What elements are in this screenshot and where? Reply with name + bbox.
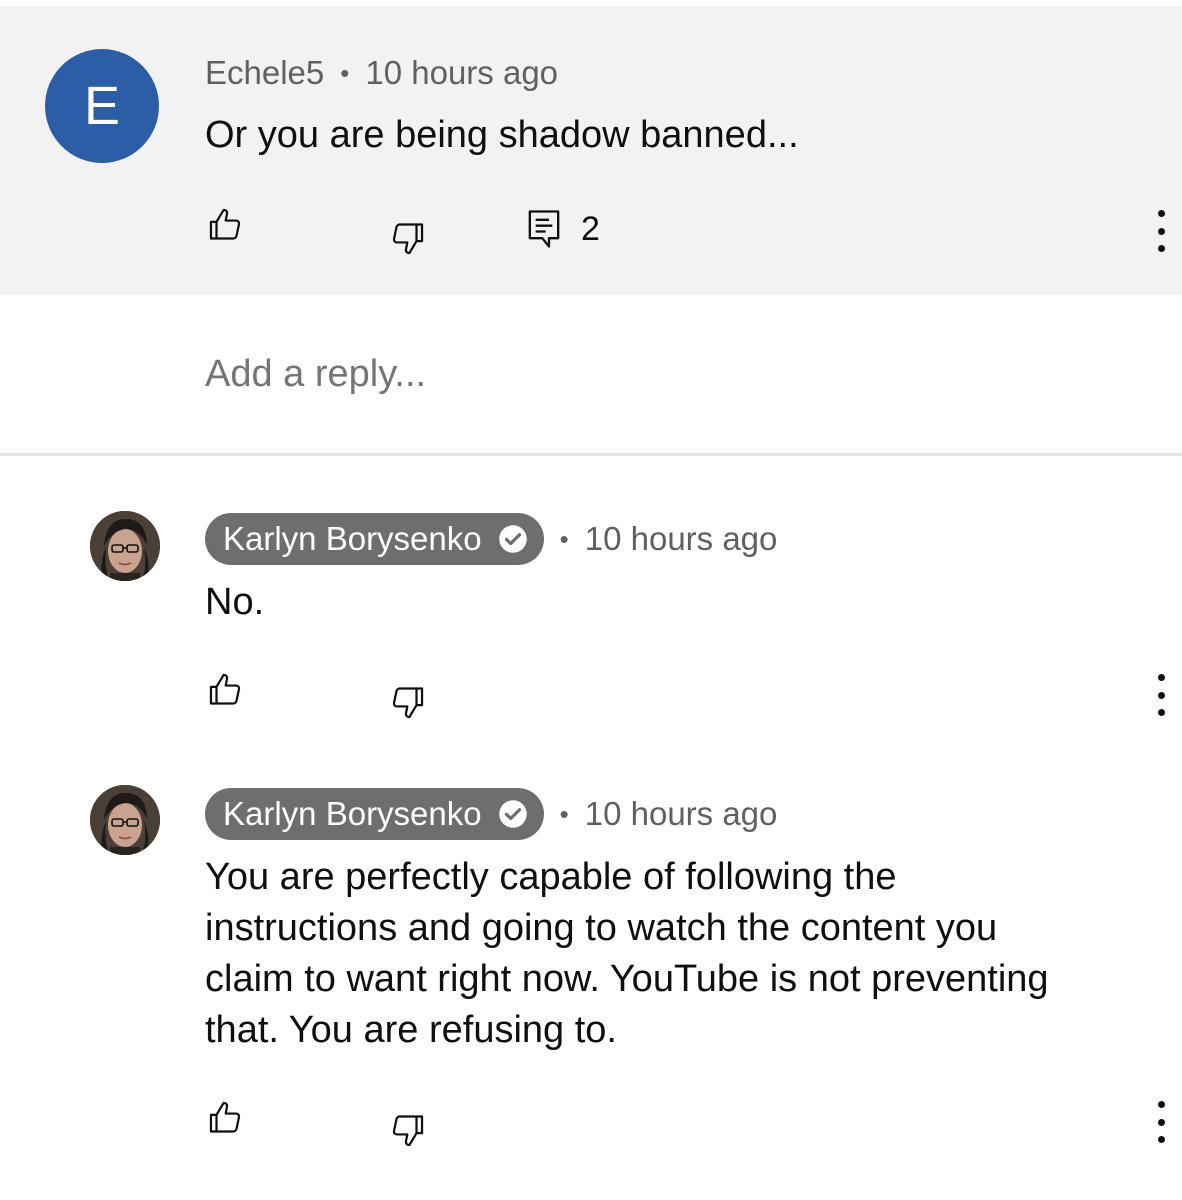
author-chip[interactable]: Karlyn Borysenko [205, 788, 544, 840]
comment-time: 10 hours ago [365, 54, 559, 91]
thumbs-down-icon [392, 1115, 424, 1147]
more-vertical-icon[interactable] [1149, 674, 1173, 716]
avatar-letter: E [83, 76, 121, 136]
comment-icon [528, 210, 560, 248]
comment-meta: Karlyn Borysenko • 10 hours ago [205, 788, 777, 840]
reply-box [0, 295, 1182, 453]
meta-separator: • [340, 57, 350, 88]
comment-text: Or you are being shadow banned... [205, 114, 799, 156]
thumbs-down-icon [392, 687, 424, 719]
author-chip[interactable]: Karlyn Borysenko [205, 513, 544, 565]
author-name[interactable]: Echele5 [205, 54, 324, 92]
reply-count: 2 [581, 209, 600, 248]
avatar[interactable]: E [45, 49, 159, 163]
thumbs-up-icon [209, 1101, 241, 1133]
comment-time: 10 hours ago [584, 520, 778, 557]
verified-check-icon [498, 800, 527, 828]
thumbs-up-icon [209, 208, 241, 240]
author-name: Karlyn Borysenko [223, 795, 482, 832]
like-button[interactable] [207, 671, 245, 709]
reply-item: Karlyn Borysenko • 10 hours ago No. [0, 456, 1182, 774]
parent-comment: E Echele5 • 10 hours ago Or you are bein… [0, 6, 1182, 295]
avatar[interactable] [90, 785, 160, 855]
dislike-button[interactable] [388, 683, 426, 721]
meta-separator: • [559, 523, 569, 554]
dislike-button[interactable] [388, 1111, 426, 1149]
avatar[interactable] [90, 511, 160, 581]
comment-text: You are perfectly capable of following t… [205, 852, 1049, 1056]
like-button[interactable] [207, 206, 245, 244]
more-vertical-icon[interactable] [1149, 210, 1173, 252]
avatar-photo-icon [90, 511, 160, 581]
comment-line: that. You are refusing to. [205, 1009, 617, 1051]
avatar-photo-icon [90, 785, 160, 855]
reply-input[interactable] [205, 353, 905, 396]
dislike-button[interactable] [388, 219, 426, 257]
like-button[interactable] [207, 1099, 245, 1137]
comment-line: instructions and going to watch the cont… [205, 907, 998, 949]
more-vertical-icon[interactable] [1149, 1101, 1173, 1143]
meta-separator: • [559, 798, 569, 829]
comment-line: claim to want right now. YouTube is not … [205, 958, 1049, 1000]
comment-meta: Echele5 • 10 hours ago [205, 54, 558, 92]
thumbs-down-icon [392, 223, 424, 255]
reply-item: Karlyn Borysenko • 10 hours ago You are … [0, 774, 1182, 1200]
verified-check-icon [498, 525, 527, 553]
comment-line: You are perfectly capable of following t… [205, 856, 897, 898]
thumbs-up-icon [209, 673, 241, 705]
replies-button[interactable]: 2 [527, 209, 600, 249]
comment-time: 10 hours ago [584, 795, 778, 832]
author-name: Karlyn Borysenko [223, 520, 482, 557]
comment-meta: Karlyn Borysenko • 10 hours ago [205, 513, 777, 565]
comment-text: No. [205, 581, 265, 623]
